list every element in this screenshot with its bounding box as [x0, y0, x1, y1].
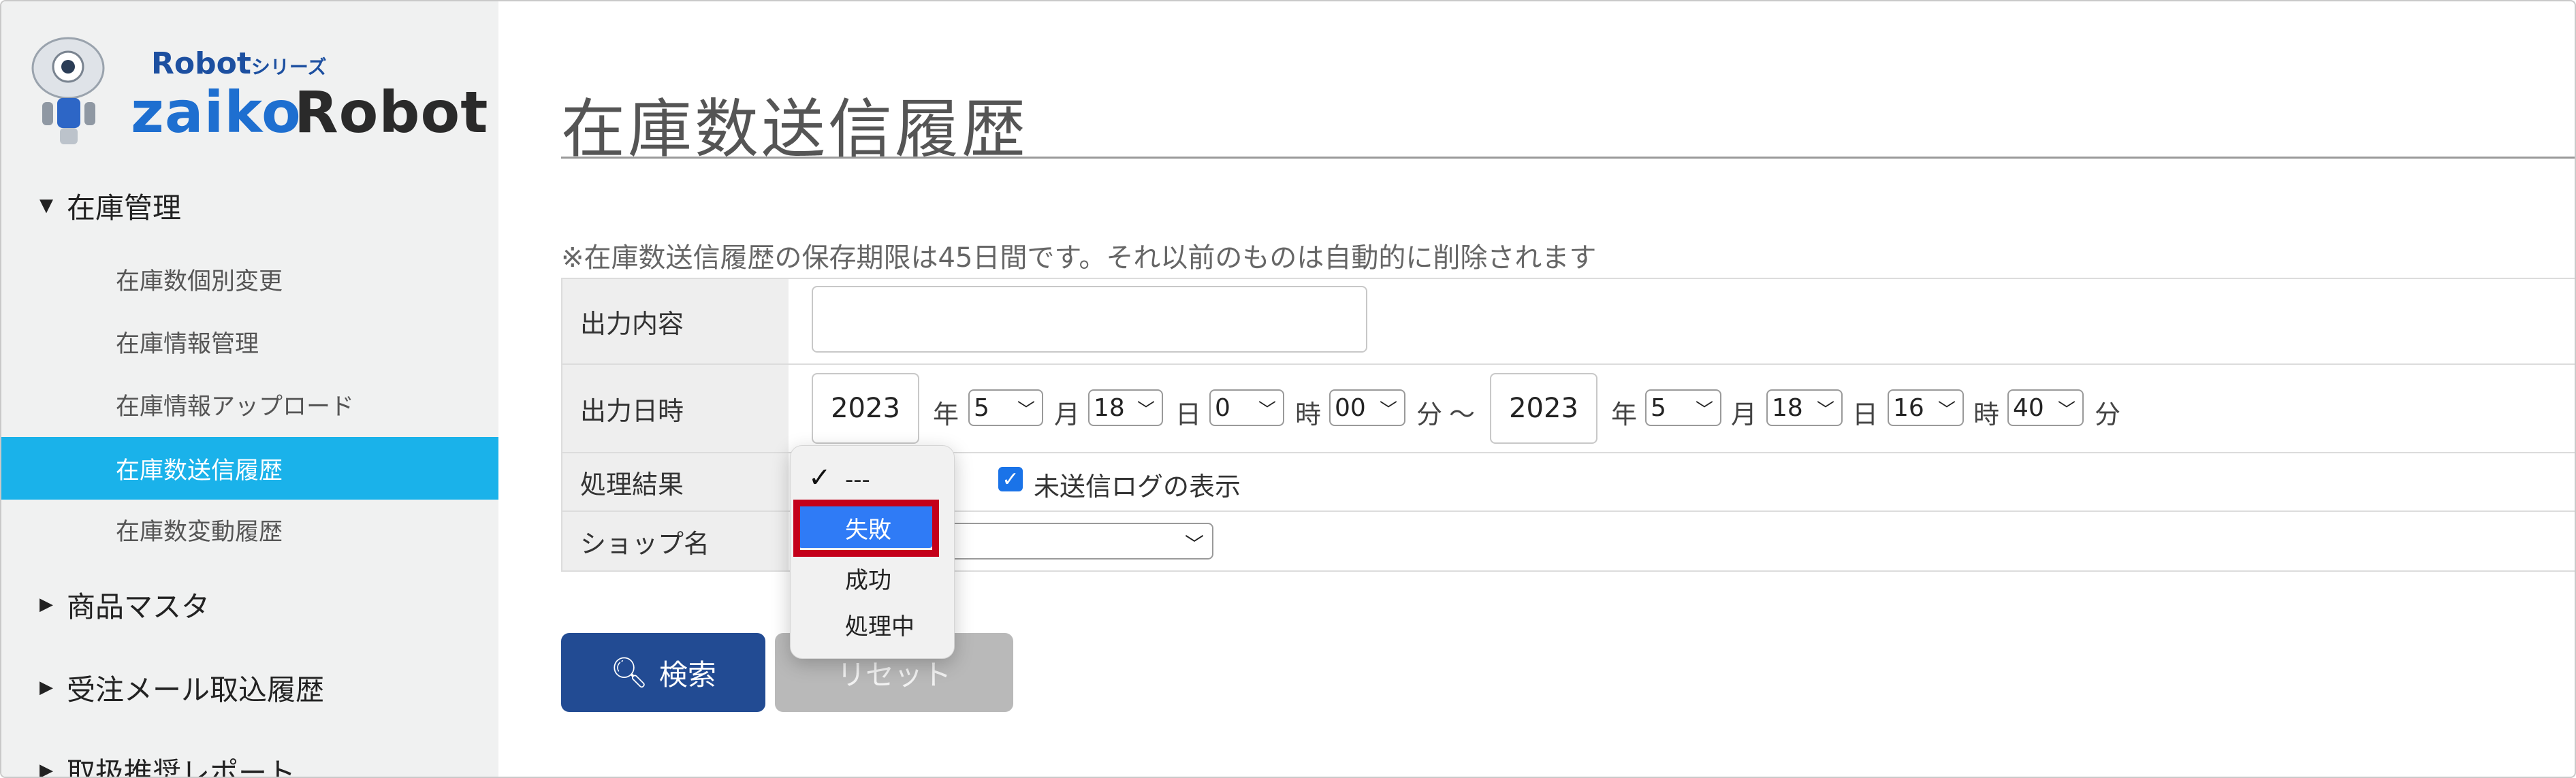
chevron-down-icon: ﹀ [1258, 400, 1276, 421]
unit-day: 日 [1852, 400, 1879, 429]
sidebar-item-send-history[interactable]: 在庫数送信履歴 [1, 437, 498, 500]
to-minute-select[interactable]: 40 ﹀ [2007, 389, 2084, 426]
sidebar-item-stock-info[interactable]: 在庫情報管理 [1, 310, 498, 373]
result-option-none[interactable]: --- [845, 466, 870, 493]
select-value: 00 [1335, 393, 1366, 422]
unit-month: 月 [1054, 400, 1081, 429]
from-day-select[interactable]: 18 ﹀ [1088, 389, 1163, 426]
select-value: 16 [1893, 393, 1924, 422]
output-content-label: 出力内容 [561, 279, 789, 363]
select-value: 5 [974, 393, 989, 422]
sidebar-item-label: 在庫数送信履歴 [116, 457, 283, 485]
title-divider [561, 157, 2575, 159]
sidebar-group-label: 在庫管理 [67, 191, 182, 225]
triangle-right-icon: ▶ [39, 594, 53, 615]
chevron-down-icon: ﹀ [1379, 400, 1397, 421]
sidebar-group-label: 商品マスタ [67, 589, 210, 623]
sidebar-group-products[interactable]: ▶ 商品マスタ [1, 584, 498, 625]
result-label: 処理結果 [561, 453, 789, 510]
unsent-log-label: 未送信ログの表示 [1034, 472, 1241, 502]
chevron-down-icon: ﹀ [1816, 400, 1834, 421]
unit-minute: 分 [2095, 400, 2121, 429]
sidebar-item-label: 在庫数個別変更 [116, 268, 283, 295]
from-hour-select[interactable]: 0 ﹀ [1209, 389, 1284, 426]
unit-month: 月 [1731, 400, 1758, 429]
row-value: 2023 年 5 ﹀ 月 18 ﹀ 日 0 ﹀ 時 00 ﹀ 分 〜 2023 年 5 ﹀… [789, 365, 2575, 452]
triangle-right-icon: ▶ [39, 677, 53, 698]
search-button-label: 検索 [658, 658, 716, 692]
sidebar-group-mail-import[interactable]: ▶ 受注メール取込履歴 [1, 667, 498, 708]
output-date-label: 出力日時 [561, 365, 789, 452]
sidebar-item-stock-edit[interactable]: 在庫数個別変更 [1, 248, 498, 310]
unit-hour: 時 [1295, 400, 1322, 429]
to-day-select[interactable]: 18 ﹀ [1766, 389, 1843, 426]
row-value [789, 279, 2575, 363]
output-content-input[interactable] [812, 286, 1367, 353]
chevron-down-icon: ﹀ [1695, 400, 1713, 421]
checkmark-icon: ✓ [1002, 467, 1019, 491]
range-tilde: 〜 [1449, 400, 1476, 429]
from-year-input[interactable]: 2023 [812, 373, 919, 444]
sidebar-group-label: 受注メール取込履歴 [67, 672, 325, 707]
unit-year: 年 [933, 400, 959, 429]
result-option-success[interactable]: 成功 [845, 562, 891, 595]
triangle-right-icon: ▶ [39, 760, 53, 778]
sidebar-group-inventory[interactable]: ▼ 在庫管理 [1, 185, 498, 226]
unit-minute: 分 [1416, 400, 1443, 429]
sidebar-item-label: 在庫情報アップロード [116, 393, 355, 421]
sidebar-group-label: 取扱推奨レポート [67, 756, 296, 778]
unit-hour: 時 [1973, 400, 2000, 429]
select-value: 18 [1094, 393, 1125, 422]
to-year-input[interactable]: 2023 [1490, 373, 1597, 444]
search-button[interactable]: 🔍︎ 検索 [561, 633, 765, 712]
logo-name-right: Robot [294, 79, 489, 146]
sidebar: Robotシリーズ zaiko Robot ▼ 在庫管理 在庫数個別変更 在庫情… [1, 1, 498, 777]
triangle-down-icon: ▼ [39, 195, 53, 216]
row-output-content: 出力内容 [561, 279, 2575, 365]
to-hour-select[interactable]: 16 ﹀ [1888, 389, 1964, 426]
select-value: 40 [2013, 393, 2044, 422]
app-window: Robotシリーズ zaiko Robot ▼ 在庫管理 在庫数個別変更 在庫情… [0, 0, 2576, 778]
from-month-select[interactable]: 5 ﹀ [968, 389, 1043, 426]
retention-notice: ※在庫数送信履歴の保存期限は45日間です。それ以前のものは自動的に削除されます [561, 242, 1597, 274]
chevron-down-icon: ﹀ [1184, 533, 1204, 555]
result-option-processing[interactable]: 処理中 [845, 608, 915, 641]
chevron-down-icon: ﹀ [1136, 400, 1155, 421]
sidebar-item-change-history[interactable]: 在庫数変動履歴 [1, 498, 498, 561]
logo-series: Robotシリーズ [151, 46, 327, 81]
chevron-down-icon: ﹀ [1937, 400, 1956, 421]
to-month-select[interactable]: 5 ﹀ [1645, 389, 1721, 426]
checkmark-icon: ✓ [808, 462, 831, 493]
row-value: ﹀ [789, 512, 2575, 570]
row-value: ✓ 未送信ログの表示 [789, 453, 2575, 510]
select-value: 5 [1651, 393, 1666, 422]
search-icon: 🔍︎ [610, 655, 648, 690]
sidebar-item-label: 在庫情報管理 [116, 330, 259, 358]
sidebar-group-report[interactable]: ▶ 取扱推奨レポート [1, 750, 498, 778]
select-value: 18 [1772, 393, 1803, 422]
logo: Robotシリーズ zaiko Robot [22, 26, 488, 148]
robot-mascot-icon [31, 37, 105, 144]
unit-day: 日 [1175, 400, 1202, 429]
sidebar-item-label: 在庫数変動履歴 [116, 518, 283, 546]
chevron-down-icon: ﹀ [2057, 400, 2076, 421]
select-value: 0 [1215, 393, 1230, 422]
row-output-date: 出力日時 2023 年 5 ﹀ 月 18 ﹀ 日 0 ﹀ 時 00 ﹀ 分 〜 2023… [561, 365, 2575, 453]
unsent-log-checkbox[interactable]: ✓ [998, 467, 1023, 491]
logo-name-left: zaiko [131, 79, 302, 146]
shop-label: ショップ名 [561, 512, 789, 570]
chevron-down-icon: ﹀ [1017, 400, 1035, 421]
from-minute-select[interactable]: 00 ﹀ [1329, 389, 1405, 426]
highlight-annotation-box [793, 500, 939, 557]
unit-year: 年 [1611, 400, 1638, 429]
sidebar-item-stock-upload[interactable]: 在庫情報アップロード [1, 373, 498, 436]
